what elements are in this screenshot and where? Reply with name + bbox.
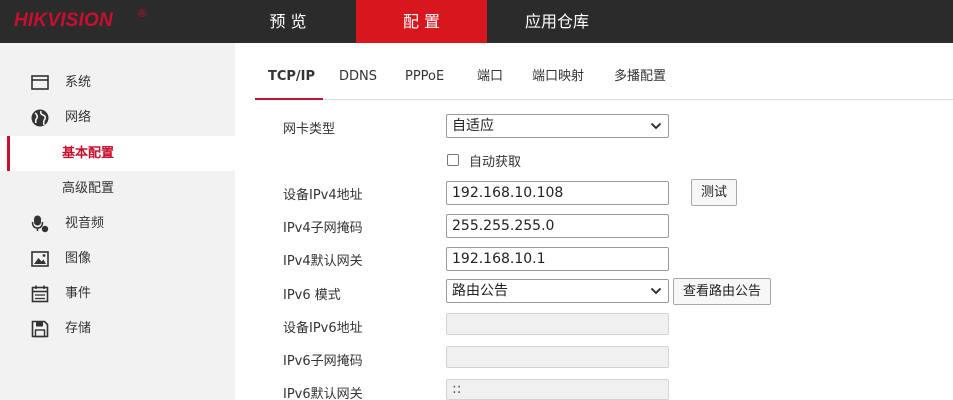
nic-type-value: 自适应 (452, 118, 494, 134)
image-icon (31, 251, 49, 267)
ipv6-address-label: 设备IPv6地址 (283, 321, 363, 336)
sidebar-item-label: 视音频 (65, 216, 105, 231)
ipv4-address-input[interactable]: 192.168.10.108 (446, 181, 669, 205)
sidebar-item-label: 基本配置 (62, 146, 115, 161)
nic-type-select[interactable]: 自适应 (446, 114, 669, 138)
ipv6-mask-label: IPv6子网掩码 (283, 354, 363, 369)
registered-mark: ® (138, 8, 147, 20)
sidebar-item-storage[interactable]: 存储 (0, 311, 235, 346)
ipv6-mode-label: IPv6 模式 (283, 288, 341, 303)
nav-config[interactable]: 配 置 (356, 0, 487, 43)
sidebar-item-system[interactable]: 系统 (0, 65, 235, 100)
brand-logo: HIKVISION (14, 10, 113, 31)
ipv6-gateway-input[interactable]: :: (446, 379, 669, 400)
sidebar-item-advanced-config[interactable]: 高级配置 (0, 171, 235, 206)
chevron-down-icon (650, 122, 662, 130)
nic-type-label: 网卡类型 (283, 122, 336, 137)
ipv6-mode-value: 路由公告 (452, 283, 508, 299)
save-disk-icon (31, 320, 49, 338)
ipv4-mask-input[interactable]: 255.255.255.0 (446, 214, 669, 238)
sidebar-item-label: 图像 (65, 251, 92, 266)
sidebar-item-label: 事件 (65, 286, 92, 301)
sidebar-item-label: 网络 (65, 110, 92, 125)
config-tabs: TCP/IP DDNS PPPoE 端口 端口映射 多播配置 (255, 56, 953, 100)
tab-multicast[interactable]: 多播配置 (614, 56, 666, 99)
auto-obtain-label: 自动获取 (469, 155, 522, 170)
ipv4-mask-label: IPv4子网掩码 (283, 221, 363, 236)
auto-obtain-checkbox[interactable] (447, 154, 459, 166)
tab-tcp-ip[interactable]: TCP/IP (255, 56, 323, 100)
sidebar-item-basic-config[interactable]: 基本配置 (0, 136, 235, 171)
sidebar-item-event[interactable]: 事件 (0, 276, 235, 311)
tab-pppoe[interactable]: PPPoE (405, 56, 444, 99)
sidebar-item-label: 存储 (65, 321, 92, 336)
nav-preview[interactable]: 预 览 (238, 0, 338, 43)
ipv6-address-input[interactable] (446, 313, 669, 335)
sidebar-item-label: 系统 (65, 75, 92, 90)
video-audio-icon (31, 215, 49, 233)
sidebar-item-label: 高级配置 (62, 181, 115, 196)
tab-ddns[interactable]: DDNS (339, 56, 377, 99)
sidebar-item-video-audio[interactable]: 视音频 (0, 206, 235, 241)
test-button[interactable]: 测试 (691, 179, 737, 206)
tab-port-mapping[interactable]: 端口映射 (532, 56, 584, 99)
tab-port[interactable]: 端口 (477, 56, 503, 99)
sidebar-item-image[interactable]: 图像 (0, 241, 235, 276)
nav-apps[interactable]: 应用仓库 (505, 0, 609, 43)
ipv6-mask-input[interactable] (446, 346, 669, 368)
monitor-icon (31, 75, 49, 90)
top-nav-bar: HIKVISION ® 预 览 配 置 应用仓库 (0, 0, 953, 43)
ipv6-gateway-label: IPv6默认网关 (283, 387, 363, 400)
ipv4-gateway-label: IPv4默认网关 (283, 254, 363, 269)
ipv4-gateway-input[interactable]: 192.168.10.1 (446, 247, 669, 271)
view-route-advertisement-button[interactable]: 查看路由公告 (673, 278, 771, 305)
ipv4-address-label: 设备IPv4地址 (283, 188, 363, 203)
calendar-icon (31, 285, 49, 303)
ipv6-mode-select[interactable]: 路由公告 (446, 279, 669, 303)
chevron-down-icon (650, 287, 662, 295)
globe-icon (31, 109, 49, 127)
sidebar-item-network[interactable]: 网络 (0, 100, 235, 135)
